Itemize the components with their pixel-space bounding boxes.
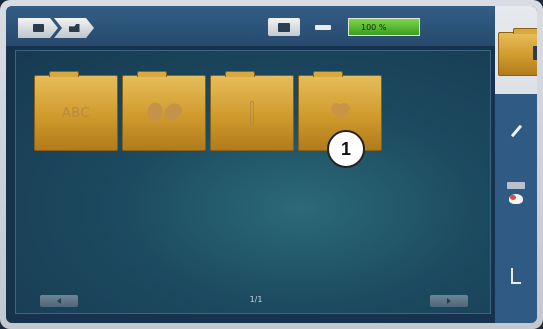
folder-label: ABC bbox=[61, 105, 91, 121]
folder-butterflies[interactable] bbox=[122, 71, 206, 151]
folder-browser: ABC 1 1/1 bbox=[15, 50, 491, 314]
embroidery-module-button[interactable] bbox=[268, 18, 300, 36]
butterfly-icon bbox=[147, 103, 181, 123]
home-breadcrumb-button[interactable] bbox=[18, 18, 58, 38]
embroidery-module-icon bbox=[278, 22, 290, 32]
page-indicator: 1/1 bbox=[249, 295, 263, 304]
hoop-button[interactable] bbox=[309, 20, 337, 34]
folder-stitches[interactable] bbox=[210, 71, 294, 151]
folder-closed-icon bbox=[32, 24, 44, 32]
edit-button[interactable] bbox=[495, 124, 537, 138]
heart-icon bbox=[330, 104, 350, 122]
callout-marker: 1 bbox=[327, 130, 365, 168]
hoop-icon bbox=[315, 24, 331, 30]
zoom-indicator[interactable]: 100 % bbox=[348, 18, 420, 36]
presser-foot-icon bbox=[511, 268, 521, 284]
arrow-left-icon bbox=[57, 298, 61, 304]
folder-alphabets[interactable]: ABC bbox=[34, 71, 118, 151]
color-chip-icon bbox=[507, 182, 525, 189]
status-bar: 100 % bbox=[6, 6, 537, 46]
tools-panel bbox=[495, 94, 537, 323]
arrow-right-icon bbox=[447, 298, 451, 304]
folder-icon bbox=[533, 45, 537, 60]
next-page-button[interactable] bbox=[430, 295, 468, 307]
previous-page-button[interactable] bbox=[40, 295, 78, 307]
presser-foot-button[interactable] bbox=[495, 268, 537, 284]
tab-folder[interactable] bbox=[498, 28, 537, 76]
screen: 100 % ABC 1 1/1 bbox=[6, 6, 537, 323]
breadcrumb-arrows bbox=[18, 18, 102, 38]
right-sidebar bbox=[495, 6, 537, 323]
needle-icon bbox=[250, 101, 254, 125]
folder-breadcrumb-button[interactable] bbox=[54, 18, 94, 38]
color-palette-icon bbox=[509, 194, 523, 204]
folder-open-icon bbox=[68, 24, 80, 32]
color-button[interactable] bbox=[495, 182, 537, 204]
pen-icon bbox=[510, 124, 522, 138]
device-bezel: 100 % ABC 1 1/1 bbox=[0, 0, 543, 329]
